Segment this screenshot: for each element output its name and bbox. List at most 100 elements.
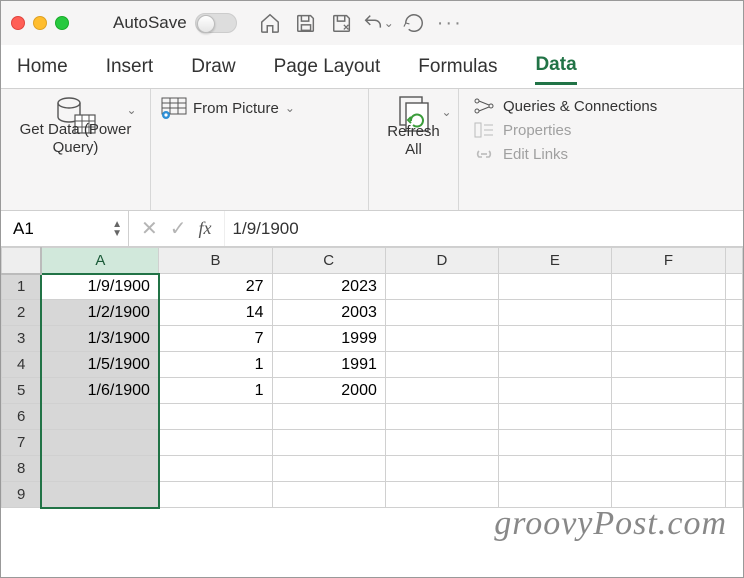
accept-formula-icon[interactable]: ✓ [170, 216, 187, 241]
cell-F4[interactable] [611, 352, 725, 378]
row-header-9[interactable]: 9 [2, 482, 42, 508]
cell-D7[interactable] [385, 430, 498, 456]
cell-F2[interactable] [611, 300, 725, 326]
minimize-window-button[interactable] [33, 16, 47, 30]
tab-insert[interactable]: Insert [106, 50, 154, 84]
tab-data[interactable]: Data [535, 48, 576, 85]
column-header-E[interactable]: E [498, 248, 611, 274]
cell-F9[interactable] [611, 482, 725, 508]
refresh-all-button[interactable]: ⌄ Refresh All [374, 95, 454, 159]
column-header-F[interactable]: F [611, 248, 725, 274]
name-box[interactable]: A1 ▲▼ [1, 211, 129, 246]
cell-A2[interactable]: 1/2/1900 [41, 300, 159, 326]
row-header-4[interactable]: 4 [2, 352, 42, 378]
cell-F3[interactable] [611, 326, 725, 352]
cell-B2[interactable]: 14 [159, 300, 272, 326]
cell-D5[interactable] [385, 378, 498, 404]
row-header-6[interactable]: 6 [2, 404, 42, 430]
cell-E4[interactable] [498, 352, 611, 378]
cell-F5[interactable] [611, 378, 725, 404]
cell-C4[interactable]: 1991 [272, 352, 385, 378]
autosave: AutoSave [113, 13, 237, 33]
cell-C5[interactable]: 2000 [272, 378, 385, 404]
cell-C7[interactable] [272, 430, 385, 456]
cell-D1[interactable] [385, 274, 498, 300]
column-header-B[interactable]: B [159, 248, 272, 274]
cell-B6[interactable] [159, 404, 272, 430]
cell-B9[interactable] [159, 482, 272, 508]
row-header-8[interactable]: 8 [2, 456, 42, 482]
from-picture-button[interactable]: From Picture ⌄ [161, 97, 295, 119]
cell-C1[interactable]: 2023 [272, 274, 385, 300]
cell-B1[interactable]: 27 [159, 274, 272, 300]
more-icon[interactable]: ··· [439, 12, 461, 34]
column-header-D[interactable]: D [385, 248, 498, 274]
queries-connections-button[interactable]: Queries & Connections [473, 97, 657, 115]
cell-A5[interactable]: 1/6/1900 [41, 378, 159, 404]
row-header-3[interactable]: 3 [2, 326, 42, 352]
cell-B7[interactable] [159, 430, 272, 456]
cell-D2[interactable] [385, 300, 498, 326]
cell-D6[interactable] [385, 404, 498, 430]
cell-D9[interactable] [385, 482, 498, 508]
column-header-A[interactable]: A [41, 248, 159, 274]
tab-home[interactable]: Home [17, 50, 68, 84]
save-icon[interactable] [295, 12, 317, 34]
get-data-button[interactable]: ⌄ Get Data (Power Query) [11, 95, 141, 157]
row-header-1[interactable]: 1 [2, 274, 42, 300]
refresh-all-label: Refresh All [387, 123, 440, 159]
cell-C6[interactable] [272, 404, 385, 430]
redo-icon[interactable] [403, 12, 425, 34]
cell-E8[interactable] [498, 456, 611, 482]
autosave-toggle[interactable] [195, 13, 237, 33]
cell-E6[interactable] [498, 404, 611, 430]
cell-A9[interactable] [41, 482, 159, 508]
select-all-corner[interactable] [2, 248, 42, 274]
fx-icon[interactable]: fx [199, 218, 212, 239]
cell-A4[interactable]: 1/5/1900 [41, 352, 159, 378]
cell-A8[interactable] [41, 456, 159, 482]
cell-B3[interactable]: 7 [159, 326, 272, 352]
cell-D4[interactable] [385, 352, 498, 378]
cell-A7[interactable] [41, 430, 159, 456]
column-header-C[interactable]: C [272, 248, 385, 274]
cancel-formula-icon[interactable]: ✕ [141, 216, 158, 241]
cell-F7[interactable] [611, 430, 725, 456]
cell-B5[interactable]: 1 [159, 378, 272, 404]
cell-F1[interactable] [611, 274, 725, 300]
get-data-group: ⌄ Get Data (Power Query) [1, 89, 151, 210]
cell-A6[interactable] [41, 404, 159, 430]
cell-A3[interactable]: 1/3/1900 [41, 326, 159, 352]
cell-B4[interactable]: 1 [159, 352, 272, 378]
cell-C3[interactable]: 1999 [272, 326, 385, 352]
cell-C2[interactable]: 2003 [272, 300, 385, 326]
cell-E9[interactable] [498, 482, 611, 508]
row-header-5[interactable]: 5 [2, 378, 42, 404]
close-window-button[interactable] [11, 16, 25, 30]
cell-E5[interactable] [498, 378, 611, 404]
row-header-2[interactable]: 2 [2, 300, 42, 326]
tab-page-layout[interactable]: Page Layout [274, 50, 381, 84]
name-box-stepper[interactable]: ▲▼ [112, 220, 122, 238]
cell-E2[interactable] [498, 300, 611, 326]
tab-formulas[interactable]: Formulas [418, 50, 497, 84]
undo-icon[interactable]: ⌄ [367, 12, 389, 34]
cell-E3[interactable] [498, 326, 611, 352]
cell-E1[interactable] [498, 274, 611, 300]
row-header-7[interactable]: 7 [2, 430, 42, 456]
cell-D3[interactable] [385, 326, 498, 352]
cell-A1[interactable]: 1/9/1900 [41, 274, 159, 300]
cell-C9[interactable] [272, 482, 385, 508]
zoom-window-button[interactable] [55, 16, 69, 30]
formula-value[interactable]: 1/9/1900 [224, 211, 743, 246]
save-as-icon[interactable] [331, 12, 353, 34]
home-icon[interactable] [259, 12, 281, 34]
cell-C8[interactable] [272, 456, 385, 482]
cell-F6[interactable] [611, 404, 725, 430]
cell-D8[interactable] [385, 456, 498, 482]
worksheet-grid[interactable]: ABCDEF11/9/190027202321/2/190014200331/3… [1, 247, 743, 509]
cell-F8[interactable] [611, 456, 725, 482]
cell-E7[interactable] [498, 430, 611, 456]
tab-draw[interactable]: Draw [191, 50, 235, 84]
cell-B8[interactable] [159, 456, 272, 482]
